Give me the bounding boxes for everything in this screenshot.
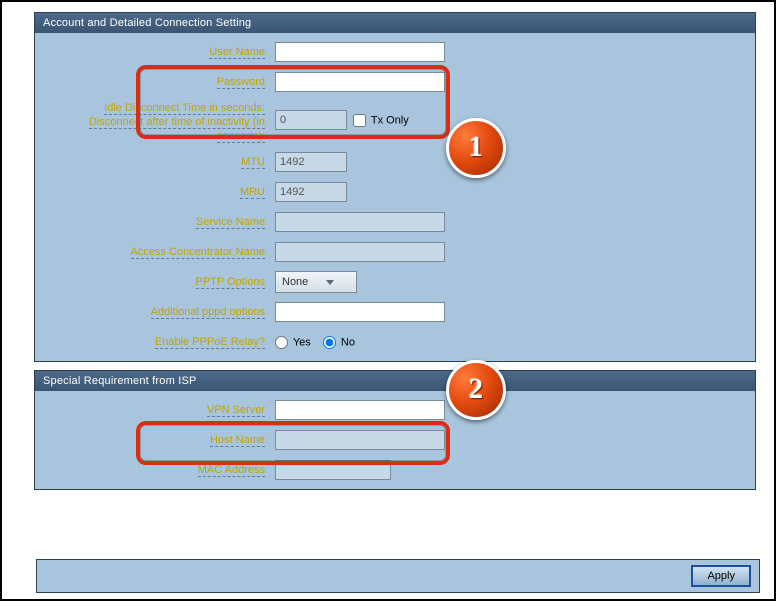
pptp-label: PPTP Options [196,276,266,289]
mtu-label: MTU [241,156,265,169]
relay-no-radio[interactable] [323,336,336,349]
mru-input[interactable] [275,182,347,202]
password-input[interactable] [275,72,445,92]
relay-no-label: No [341,336,355,348]
apply-button[interactable]: Apply [691,565,751,587]
pptp-select-value: None [282,276,308,288]
pppd-input[interactable] [275,302,445,322]
mtu-input[interactable] [275,152,347,172]
mru-label: MRU [240,186,265,199]
account-form: User Name Password Idle Disconnect Time … [35,33,755,361]
password-label: Password [217,76,265,89]
mac-label: MAC Address [198,464,265,477]
username-label: User Name [209,46,265,59]
isp-section-title: Special Requirement from ISP [35,371,755,391]
relay-yes-option[interactable]: Yes [275,336,311,349]
relay-yes-radio[interactable] [275,336,288,349]
chevron-down-icon [326,280,334,285]
username-input[interactable] [275,42,445,62]
idle-label-line2: Disconnect after time of inactivity (in … [89,116,265,143]
account-settings-section: Account and Detailed Connection Setting … [34,12,756,362]
apply-bar: Apply [36,559,760,593]
service-input[interactable] [275,212,445,232]
mac-input[interactable] [275,460,391,480]
vpn-input[interactable] [275,400,445,420]
vpn-label: VPN Server [207,404,265,417]
host-label: Host Name [210,434,265,447]
isp-requirement-section: Special Requirement from ISP VPN Server … [34,370,756,490]
service-label: Service Name [196,216,265,229]
txonly-option[interactable]: Tx Only [353,114,409,127]
concentrator-input[interactable] [275,242,445,262]
idle-label-line1: Idle Disconnect Time in seconds: [104,102,265,115]
relay-no-option[interactable]: No [323,336,355,349]
relay-yes-label: Yes [293,336,311,348]
concentrator-label: Access Concentrator Name [131,246,266,259]
relay-label: Enable PPPoE Relay? [155,336,265,349]
pptp-select[interactable]: None [275,271,357,293]
txonly-label: Tx Only [371,114,409,126]
idle-input[interactable] [275,110,347,130]
txonly-checkbox[interactable] [353,114,366,127]
isp-form: VPN Server Host Name MAC Address [35,391,755,489]
host-input[interactable] [275,430,445,450]
pppd-label: Additional pppd options [151,306,265,319]
account-section-title: Account and Detailed Connection Setting [35,13,755,33]
